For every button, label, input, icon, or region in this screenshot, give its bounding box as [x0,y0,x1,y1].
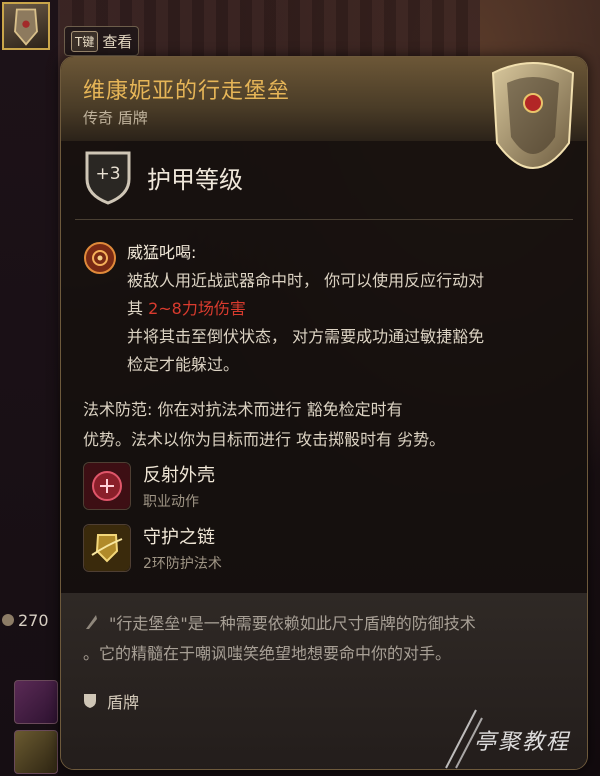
item-tooltip: 维康妮亚的行走堡垒 传奇 盾牌 +3 护甲等级 威猛叱喝: 被敌人用近战武器命中… [60,56,588,770]
side-spell-icon[interactable] [14,680,58,724]
feature-line-2: 其 2~8力场伤害 [127,295,573,323]
spell-ward-block: 法术防范: 你在对抗法术而进行 豁免检定时有 优势。法术以你为目标而进行 攻击掷… [83,395,573,455]
flavor-text: "行走堡垒"是一种需要依赖如此尺寸盾牌的防御技术 。它的精髓在于嘲讽嗤笑绝望地想… [83,609,573,669]
coin-icon [2,614,14,626]
feature-line-3: 并将其击至倒伏状态， 对方需要成功通过敏捷豁免 [127,327,485,346]
feature-line-1: 被敌人用近战武器命中时， 你可以使用反应行动对 [127,271,485,290]
examine-label: 查看 [102,32,133,51]
key-t: T键 [71,30,99,52]
spell-ward-line-1: 法术防范: 你在对抗法术而进行 豁免检定时有 [83,400,403,419]
currency-row: 270 [0,602,58,638]
action-warding-bond[interactable]: 守护之链 2环防护法术 [83,523,222,573]
item-type-row: 盾牌 [83,689,139,713]
item-type: 盾牌 [107,693,140,712]
currency-count: 270 [18,610,49,630]
examine-hint[interactable]: T键 查看 [64,26,140,56]
shield-type-icon [84,694,96,708]
action-name: 守护之链 [143,527,215,548]
feature-name: 威猛叱喝: [127,243,197,262]
armor-class-row: +3 护甲等级 [83,149,243,205]
item-rarity-type: 传奇 盾牌 [83,109,148,127]
divider [75,219,573,220]
feature-block: 威猛叱喝: 被敌人用近战武器命中时， 你可以使用反应行动对 其 2~8力场伤害 … [83,239,573,379]
shield-art-icon [491,62,575,169]
spell-ward-line-2: 优势。法术以你为目标而进行 攻击掷骰时有 劣势。 [83,430,446,449]
feature-line-4: 检定才能躲过。 [127,355,240,374]
side-spell-icon-2[interactable] [14,730,58,774]
reflective-shell-icon [83,462,131,510]
armor-bonus: +3 [95,164,121,184]
shield-icon [14,8,38,46]
shout-feature-icon [84,242,116,274]
armor-label: 护甲等级 [147,165,243,194]
action-reflective-shell[interactable]: 反射外壳 职业动作 [83,461,215,511]
left-inventory-strip: 270 [0,0,58,776]
armor-badge: +3 [83,149,133,205]
selected-shield-slot[interactable] [2,2,50,50]
flavor-line-1: "行走堡垒"是一种需要依赖如此尺寸盾牌的防御技术 [109,614,476,633]
watermark-brand: 亭聚教程 [474,730,571,755]
item-name: 维康妮亚的行走堡垒 [83,79,291,104]
action-type: 2环防护法术 [143,556,222,572]
action-type: 职业动作 [143,494,199,510]
feature-line-2-prefix: 其 [127,299,149,318]
flavor-line-2: 。它的精髓在于嘲讽嗤笑绝望地想要命中你的对手。 [83,644,452,663]
action-name: 反射外壳 [143,465,215,486]
warding-bond-icon [83,524,131,572]
damage-text[interactable]: 2~8力场伤害 [148,299,246,318]
